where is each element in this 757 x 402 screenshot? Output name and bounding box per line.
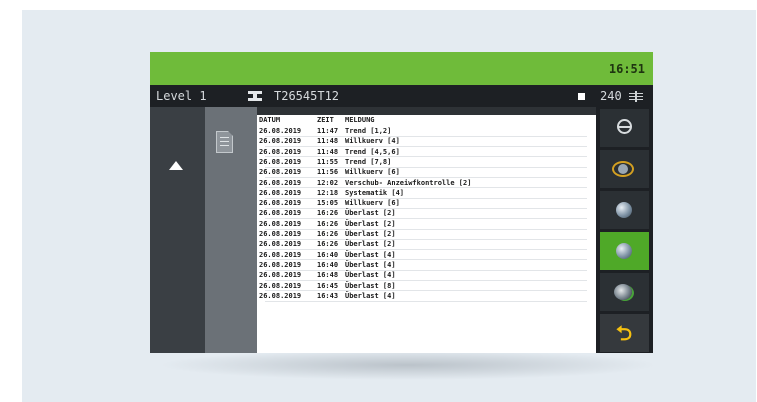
row-date: 26.08.2019 [259, 137, 302, 146]
status-bar: Level 1 T26545T12 240 [150, 85, 653, 107]
row-separator [265, 135, 587, 137]
sphere-active-button[interactable] [600, 232, 649, 270]
sphere-icon [616, 243, 632, 259]
row-date: 26.08.2019 [259, 219, 302, 228]
count-value: 240 [600, 89, 622, 103]
row-time: 16:43 [317, 291, 339, 300]
tilt-sphere-icon [614, 284, 632, 300]
row-date: 26.08.2019 [259, 178, 302, 187]
row-time: 12:02 [317, 178, 339, 187]
row-separator [265, 197, 587, 199]
row-message: Verschub- Anzeiwfkontrolle [2] [345, 178, 472, 187]
row-time: 16:26 [317, 240, 339, 249]
row-time: 16:40 [317, 250, 339, 259]
orbit-button[interactable] [600, 150, 649, 188]
row-message: Trend [7,8] [345, 157, 392, 166]
refresh-button[interactable] [600, 109, 649, 147]
row-message: Willkuerv [6] [345, 199, 400, 208]
row-separator [265, 290, 587, 292]
row-message: Willkuerv [4] [345, 137, 400, 146]
row-message: Systematik [4] [345, 188, 405, 197]
row-separator [265, 249, 587, 251]
device-screen: 16:51 Level 1 T26545T12 240 DATUM ZEIT M… [150, 52, 653, 353]
row-message: Überlast [4] [345, 271, 396, 280]
row-date: 26.08.2019 [259, 209, 302, 218]
row-date: 26.08.2019 [259, 240, 302, 249]
row-time: 16:48 [317, 271, 339, 280]
row-date: 26.08.2019 [259, 199, 302, 208]
log-gutter [205, 107, 257, 353]
up-arrow-icon[interactable] [169, 161, 183, 170]
row-separator [265, 156, 587, 158]
row-time: 11:56 [317, 168, 339, 177]
row-date: 26.08.2019 [259, 271, 302, 280]
refresh-icon [617, 119, 632, 134]
row-time: 16:26 [317, 219, 339, 228]
document-icon [216, 131, 233, 153]
row-time: 16:26 [317, 230, 339, 238]
row-message: Überlast [4] [345, 260, 396, 269]
row-date: 26.08.2019 [259, 188, 302, 197]
row-time: 16:45 [317, 281, 339, 290]
row-message: Überlast [2] [345, 209, 396, 218]
square-icon [578, 93, 585, 100]
row-separator [265, 218, 587, 220]
column-header-time: ZEIT [317, 116, 334, 124]
row-message: Trend [4,5,6] [345, 147, 400, 156]
row-separator [265, 166, 587, 168]
tilt-sphere-button[interactable] [600, 273, 649, 311]
row-date: 26.08.2019 [259, 168, 302, 177]
column-header-date: DATUM [259, 116, 281, 124]
row-separators [257, 115, 596, 353]
level-label: Level 1 [156, 89, 207, 103]
left-nav [150, 107, 205, 353]
row-message: Überlast [4] [345, 250, 396, 259]
row-message: Überlast [2] [345, 230, 396, 238]
count-icon [629, 91, 643, 102]
row-message: Überlast [2] [345, 240, 396, 249]
row-message: Überlast [8] [345, 281, 396, 290]
row-separator [265, 280, 587, 281]
row-time: 11:48 [317, 147, 339, 156]
log-table: DATUM ZEIT MELDUNG 26.08.2019 11:47 Trend … [257, 115, 596, 353]
orbit-icon [612, 161, 634, 177]
row-message: Überlast [2] [345, 219, 396, 228]
row-date: 26.08.2019 [259, 250, 302, 259]
row-separator [265, 300, 587, 302]
title-bar: 16:51 [150, 52, 653, 85]
row-date: 26.08.2019 [259, 281, 302, 290]
serial-number: T26545T12 [274, 89, 340, 103]
tool-icon [248, 91, 262, 101]
row-time: 12:18 [317, 188, 339, 197]
row-time: 16:26 [317, 209, 339, 218]
row-time: 11:47 [317, 127, 339, 135]
row-message: Überlast [4] [345, 291, 396, 300]
row-time: 11:48 [317, 137, 339, 146]
row-separator [265, 146, 587, 148]
back-button[interactable]: ⮌ [600, 314, 649, 352]
row-separator [265, 207, 587, 209]
row-date: 26.08.2019 [259, 230, 302, 238]
row-time: 11:55 [317, 157, 339, 166]
row-message: Willkuerv [6] [345, 168, 400, 177]
row-date: 26.08.2019 [259, 147, 302, 156]
column-header-message: MELDUNG [345, 116, 375, 124]
sphere-button[interactable] [600, 191, 649, 229]
row-time: 16:40 [317, 260, 339, 269]
row-separator [265, 228, 587, 230]
clock: 16:51 [608, 62, 645, 76]
row-separator [265, 238, 587, 240]
row-message: Trend [1,2] [345, 127, 392, 135]
sphere-icon [616, 202, 632, 218]
row-time: 15:05 [317, 199, 339, 208]
device-shadow [158, 350, 658, 380]
back-icon: ⮌ [615, 321, 633, 345]
row-separator [265, 259, 587, 261]
row-separator [265, 269, 587, 271]
row-date: 26.08.2019 [259, 291, 302, 300]
row-date: 26.08.2019 [259, 157, 302, 166]
row-date: 26.08.2019 [259, 260, 302, 269]
row-date: 26.08.2019 [259, 127, 302, 135]
right-toolbar: ⮌ [596, 107, 653, 353]
